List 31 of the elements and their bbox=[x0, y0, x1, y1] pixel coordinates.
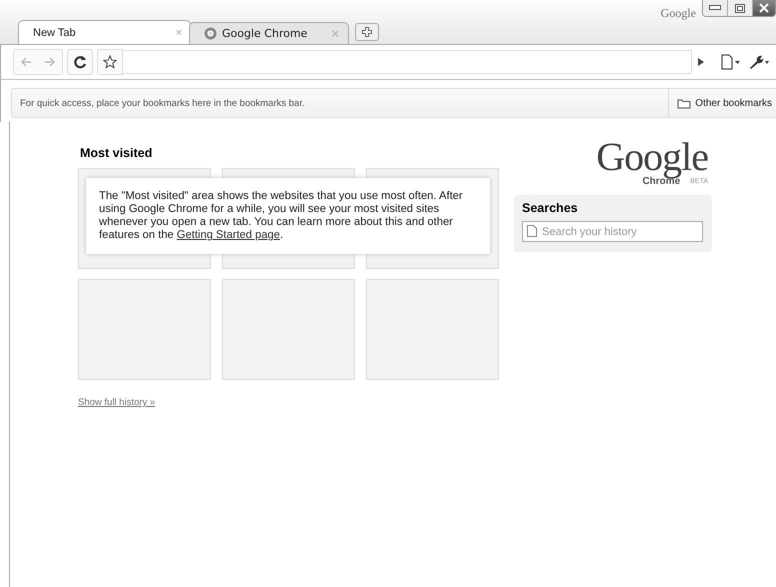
maximize-button[interactable] bbox=[727, 0, 752, 16]
page-icon bbox=[527, 225, 537, 237]
minimize-icon bbox=[709, 5, 721, 11]
close-icon bbox=[759, 3, 769, 13]
search-history-field[interactable]: Search your history bbox=[522, 221, 703, 242]
minimize-button[interactable] bbox=[703, 0, 727, 16]
browser-tab[interactable]: Google Chrome × bbox=[189, 22, 349, 44]
plus-icon bbox=[362, 27, 372, 37]
page-menu-icon[interactable] bbox=[720, 54, 742, 70]
thumbnail-placeholder[interactable] bbox=[222, 279, 355, 380]
reload-icon bbox=[73, 55, 87, 69]
chrome-favicon-icon bbox=[204, 27, 217, 40]
back-arrow-icon bbox=[20, 57, 32, 67]
browser-tab[interactable]: New Tab × bbox=[18, 20, 191, 44]
searches-panel: Searches Search your history bbox=[514, 195, 712, 252]
section-heading: Most visited bbox=[80, 146, 154, 160]
thumbnail-placeholder[interactable] bbox=[366, 279, 499, 380]
close-button[interactable] bbox=[752, 0, 775, 16]
folder-icon bbox=[677, 98, 692, 108]
getting-started-link[interactable]: Getting Started page bbox=[176, 229, 280, 241]
wrench-icon[interactable] bbox=[748, 54, 770, 70]
thumbnail-placeholder[interactable] bbox=[78, 279, 211, 380]
bookmarks-bar-message: For quick access, place your bookmarks here in the bookmarks bar. bbox=[20, 98, 306, 108]
forward-arrow-icon bbox=[44, 57, 56, 67]
other-bookmarks-button[interactable]: Other bookmarks bbox=[668, 89, 776, 117]
show-history-link[interactable]: Show full history » bbox=[78, 397, 156, 408]
new-tab-button[interactable] bbox=[355, 23, 379, 41]
maximize-icon bbox=[735, 4, 745, 12]
go-icon[interactable] bbox=[696, 56, 706, 68]
most-visited-tooltip: The "Most visited" area shows the websites that you use most often. After using Google Chrome for a while, you will see your most visited sites whenever you open a new tab. You can learn more about this and other features on the Getting Started page. bbox=[86, 178, 490, 254]
window-brand: Google bbox=[660, 6, 696, 21]
